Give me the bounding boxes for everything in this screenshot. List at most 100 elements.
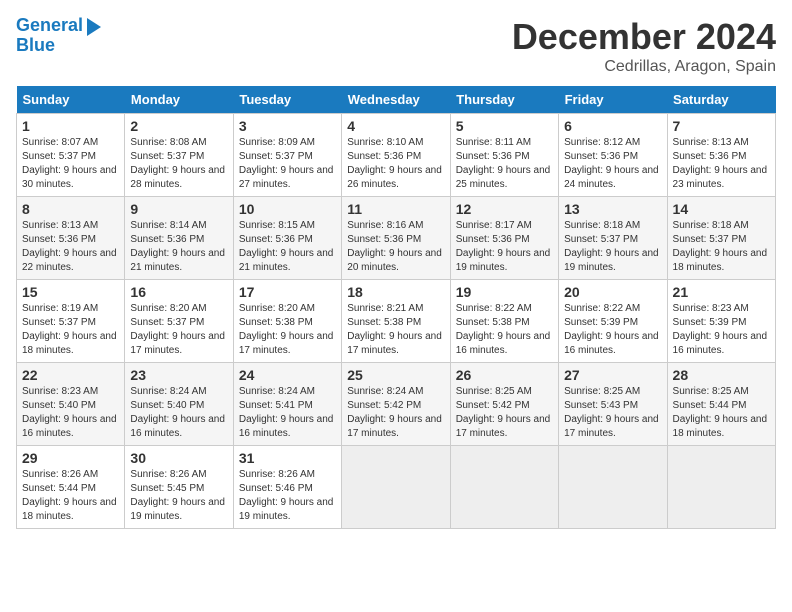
day-info: Sunrise: 8:25 AMSunset: 5:42 PMDaylight:… xyxy=(456,385,553,441)
calendar-cell: 5 Sunrise: 8:11 AMSunset: 5:36 PMDaylight… xyxy=(450,114,558,197)
day-info: Sunrise: 8:20 AMSunset: 5:38 PMDaylight:… xyxy=(239,302,336,358)
day-info: Sunrise: 8:07 AMSunset: 5:37 PMDaylight:… xyxy=(22,136,119,192)
calendar-cell: 20 Sunrise: 8:22 AMSunset: 5:39 PMDayligh… xyxy=(559,280,667,363)
calendar-header-row: SundayMondayTuesdayWednesdayThursdayFrid… xyxy=(17,86,776,114)
day-number: 27 xyxy=(564,367,661,383)
day-info: Sunrise: 8:22 AMSunset: 5:39 PMDaylight:… xyxy=(564,302,661,358)
calendar-week-row: 22 Sunrise: 8:23 AMSunset: 5:40 PMDayligh… xyxy=(17,363,776,446)
day-info: Sunrise: 8:26 AMSunset: 5:46 PMDaylight:… xyxy=(239,468,336,524)
day-number: 15 xyxy=(22,284,119,300)
day-number: 24 xyxy=(239,367,336,383)
day-info: Sunrise: 8:23 AMSunset: 5:40 PMDaylight:… xyxy=(22,385,119,441)
day-number: 10 xyxy=(239,201,336,217)
calendar-cell: 16 Sunrise: 8:20 AMSunset: 5:37 PMDayligh… xyxy=(125,280,233,363)
day-info: Sunrise: 8:10 AMSunset: 5:36 PMDaylight:… xyxy=(347,136,444,192)
day-number: 12 xyxy=(456,201,553,217)
day-number: 13 xyxy=(564,201,661,217)
calendar-cell: 28 Sunrise: 8:25 AMSunset: 5:44 PMDayligh… xyxy=(667,363,775,446)
day-info: Sunrise: 8:12 AMSunset: 5:36 PMDaylight:… xyxy=(564,136,661,192)
day-number: 16 xyxy=(130,284,227,300)
logo: General Blue xyxy=(16,16,101,56)
calendar-cell: 14 Sunrise: 8:18 AMSunset: 5:37 PMDayligh… xyxy=(667,197,775,280)
calendar-cell: 22 Sunrise: 8:23 AMSunset: 5:40 PMDayligh… xyxy=(17,363,125,446)
day-number: 11 xyxy=(347,201,444,217)
calendar-cell: 1 Sunrise: 8:07 AMSunset: 5:37 PMDaylight… xyxy=(17,114,125,197)
day-info: Sunrise: 8:13 AMSunset: 5:36 PMDaylight:… xyxy=(673,136,770,192)
calendar-cell: 6 Sunrise: 8:12 AMSunset: 5:36 PMDaylight… xyxy=(559,114,667,197)
calendar-cell: 10 Sunrise: 8:15 AMSunset: 5:36 PMDayligh… xyxy=(233,197,341,280)
day-info: Sunrise: 8:13 AMSunset: 5:36 PMDaylight:… xyxy=(22,219,119,275)
day-number: 23 xyxy=(130,367,227,383)
calendar-cell: 13Sunrise: 8:18 AMSunset: 5:37 PMDayligh… xyxy=(559,197,667,280)
calendar-cell: 19 Sunrise: 8:22 AMSunset: 5:38 PMDayligh… xyxy=(450,280,558,363)
day-info: Sunrise: 8:15 AMSunset: 5:36 PMDaylight:… xyxy=(239,219,336,275)
calendar-cell: 8 Sunrise: 8:13 AMSunset: 5:36 PMDaylight… xyxy=(17,197,125,280)
day-info: Sunrise: 8:25 AMSunset: 5:44 PMDaylight:… xyxy=(673,385,770,441)
month-title: December 2024 xyxy=(512,16,776,58)
day-number: 6 xyxy=(564,118,661,134)
day-number: 8 xyxy=(22,201,119,217)
title-block: December 2024 Cedrillas, Aragon, Spain xyxy=(512,16,776,76)
col-header-saturday: Saturday xyxy=(667,86,775,114)
calendar-cell: 11 Sunrise: 8:16 AMSunset: 5:36 PMDayligh… xyxy=(342,197,450,280)
day-info: Sunrise: 8:09 AMSunset: 5:37 PMDaylight:… xyxy=(239,136,336,192)
day-info: Sunrise: 8:08 AMSunset: 5:37 PMDaylight:… xyxy=(130,136,227,192)
day-number: 31 xyxy=(239,450,336,466)
day-info: Sunrise: 8:17 AMSunset: 5:36 PMDaylight:… xyxy=(456,219,553,275)
col-header-wednesday: Wednesday xyxy=(342,86,450,114)
day-info: Sunrise: 8:24 AMSunset: 5:40 PMDaylight:… xyxy=(130,385,227,441)
day-info: Sunrise: 8:20 AMSunset: 5:37 PMDaylight:… xyxy=(130,302,227,358)
calendar-cell xyxy=(342,446,450,529)
col-header-monday: Monday xyxy=(125,86,233,114)
calendar-cell xyxy=(450,446,558,529)
calendar-cell: 26Sunrise: 8:25 AMSunset: 5:42 PMDayligh… xyxy=(450,363,558,446)
logo-arrow-icon xyxy=(87,18,101,36)
col-header-tuesday: Tuesday xyxy=(233,86,341,114)
day-info: Sunrise: 8:23 AMSunset: 5:39 PMDaylight:… xyxy=(673,302,770,358)
day-number: 1 xyxy=(22,118,119,134)
calendar-cell: 18Sunrise: 8:21 AMSunset: 5:38 PMDayligh… xyxy=(342,280,450,363)
calendar-cell: 7Sunrise: 8:13 AMSunset: 5:36 PMDaylight… xyxy=(667,114,775,197)
day-info: Sunrise: 8:21 AMSunset: 5:38 PMDaylight:… xyxy=(347,302,444,358)
calendar-cell: 3Sunrise: 8:09 AMSunset: 5:37 PMDaylight… xyxy=(233,114,341,197)
calendar-cell: 23 Sunrise: 8:24 AMSunset: 5:40 PMDayligh… xyxy=(125,363,233,446)
calendar-cell: 4 Sunrise: 8:10 AMSunset: 5:36 PMDaylight… xyxy=(342,114,450,197)
day-number: 30 xyxy=(130,450,227,466)
day-info: Sunrise: 8:24 AMSunset: 5:42 PMDaylight:… xyxy=(347,385,444,441)
day-info: Sunrise: 8:25 AMSunset: 5:43 PMDaylight:… xyxy=(564,385,661,441)
day-info: Sunrise: 8:22 AMSunset: 5:38 PMDaylight:… xyxy=(456,302,553,358)
day-info: Sunrise: 8:11 AMSunset: 5:36 PMDaylight:… xyxy=(456,136,553,192)
col-header-friday: Friday xyxy=(559,86,667,114)
day-number: 5 xyxy=(456,118,553,134)
day-number: 28 xyxy=(673,367,770,383)
day-info: Sunrise: 8:26 AMSunset: 5:44 PMDaylight:… xyxy=(22,468,119,524)
calendar-cell: 29 Sunrise: 8:26 AMSunset: 5:44 PMDayligh… xyxy=(17,446,125,529)
calendar-week-row: 8 Sunrise: 8:13 AMSunset: 5:36 PMDaylight… xyxy=(17,197,776,280)
calendar-week-row: 1 Sunrise: 8:07 AMSunset: 5:37 PMDaylight… xyxy=(17,114,776,197)
day-number: 20 xyxy=(564,284,661,300)
calendar-cell xyxy=(667,446,775,529)
calendar-cell: 17Sunrise: 8:20 AMSunset: 5:38 PMDayligh… xyxy=(233,280,341,363)
calendar-cell: 15 Sunrise: 8:19 AMSunset: 5:37 PMDayligh… xyxy=(17,280,125,363)
day-number: 19 xyxy=(456,284,553,300)
page-header: General Blue December 2024 Cedrillas, Ar… xyxy=(16,16,776,76)
calendar-cell: 25Sunrise: 8:24 AMSunset: 5:42 PMDayligh… xyxy=(342,363,450,446)
day-info: Sunrise: 8:19 AMSunset: 5:37 PMDaylight:… xyxy=(22,302,119,358)
calendar-cell: 9Sunrise: 8:14 AMSunset: 5:36 PMDaylight… xyxy=(125,197,233,280)
day-number: 14 xyxy=(673,201,770,217)
day-info: Sunrise: 8:26 AMSunset: 5:45 PMDaylight:… xyxy=(130,468,227,524)
day-number: 4 xyxy=(347,118,444,134)
col-header-thursday: Thursday xyxy=(450,86,558,114)
calendar-cell: 27 Sunrise: 8:25 AMSunset: 5:43 PMDayligh… xyxy=(559,363,667,446)
calendar-cell: 31 Sunrise: 8:26 AMSunset: 5:46 PMDayligh… xyxy=(233,446,341,529)
day-number: 29 xyxy=(22,450,119,466)
calendar-table: SundayMondayTuesdayWednesdayThursdayFrid… xyxy=(16,86,776,529)
logo-text-line2: Blue xyxy=(16,36,101,56)
calendar-week-row: 15 Sunrise: 8:19 AMSunset: 5:37 PMDayligh… xyxy=(17,280,776,363)
location-title: Cedrillas, Aragon, Spain xyxy=(512,58,776,76)
day-info: Sunrise: 8:18 AMSunset: 5:37 PMDaylight:… xyxy=(673,219,770,275)
day-number: 22 xyxy=(22,367,119,383)
col-header-sunday: Sunday xyxy=(17,86,125,114)
day-info: Sunrise: 8:16 AMSunset: 5:36 PMDaylight:… xyxy=(347,219,444,275)
logo-text-line1: General xyxy=(16,16,83,36)
